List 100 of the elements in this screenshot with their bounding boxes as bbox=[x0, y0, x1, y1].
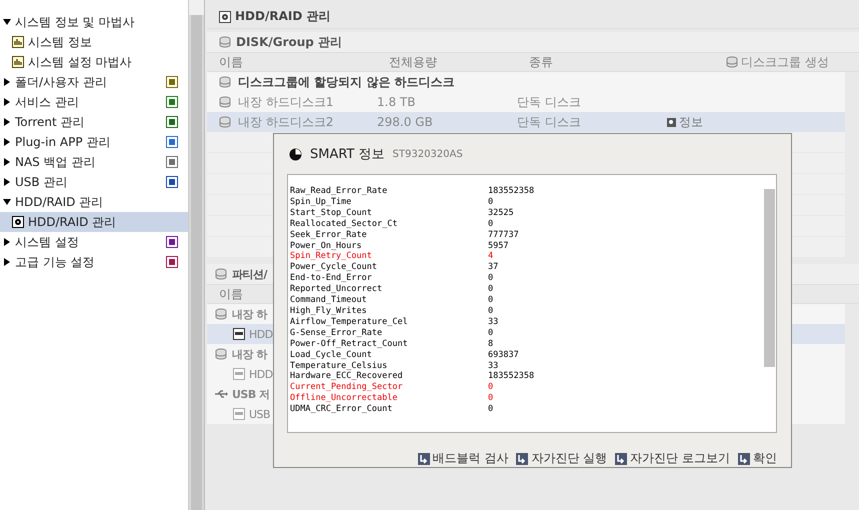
section-title: DISK/Group 관리 bbox=[236, 34, 342, 50]
attribute-name: Power-Off_Retract_Count bbox=[290, 338, 409, 350]
attribute-name: Raw_Read_Error_Rate bbox=[290, 186, 388, 197]
attribute-name: Power_Cycle_Count bbox=[290, 262, 378, 274]
dialog-button[interactable]: 자가진단 로그보기 bbox=[615, 450, 730, 467]
attribute-name: Load_Cycle_Count bbox=[290, 350, 373, 360]
column-header: 이름 bbox=[219, 54, 244, 70]
sidebar-item[interactable]: NAS 백업 관리 bbox=[0, 152, 188, 172]
attribute-name: G-Sense_Error_Rate bbox=[290, 328, 384, 339]
chart-icon bbox=[12, 56, 24, 68]
section-title: 파티션/ bbox=[232, 266, 268, 282]
disk-stack-icon bbox=[219, 96, 232, 108]
collapsed-arrow-icon[interactable] bbox=[3, 178, 11, 186]
collapsed-arrow-icon[interactable] bbox=[3, 78, 11, 86]
attribute-name: Command_Timeout bbox=[290, 295, 368, 306]
model-name: ST9320320AS bbox=[392, 148, 463, 160]
arrow-icon bbox=[615, 452, 628, 464]
column-header: 이름 bbox=[219, 286, 243, 302]
sidebar-item[interactable]: 폴더/사용자 관리 bbox=[0, 72, 188, 92]
sidebar-item[interactable]: 시스템 정보 및 마법사 bbox=[0, 12, 188, 32]
column-header: 종류 bbox=[529, 54, 554, 70]
attribute-value: 33 bbox=[488, 316, 498, 328]
collapsed-arrow-icon[interactable] bbox=[3, 118, 11, 126]
dialog-title: SMART 정보 bbox=[310, 146, 385, 163]
table-cell-text: 298.0 GB bbox=[377, 115, 434, 129]
sidebar-item[interactable]: 시스템 정보 bbox=[0, 32, 188, 52]
attribute-name: End-to-End_Error bbox=[290, 273, 373, 284]
collapsed-arrow-icon[interactable] bbox=[3, 258, 11, 266]
collapsed-arrow-icon[interactable] bbox=[3, 138, 11, 146]
disk-stack-icon bbox=[215, 348, 228, 360]
chart-icon bbox=[12, 36, 24, 48]
attribute-name: Current_Pending_Sector bbox=[290, 382, 404, 394]
attribute-value: 0 bbox=[488, 306, 494, 317]
hard-drive-icon bbox=[233, 368, 245, 380]
attribute-name: Start_Stop_Count bbox=[290, 208, 373, 219]
disk-stack-icon bbox=[219, 116, 232, 128]
attribute-name: Reported_Uncorrect bbox=[290, 284, 384, 296]
disk-icon bbox=[219, 10, 231, 22]
attribute-value: 33 bbox=[488, 360, 498, 372]
disk-icon bbox=[12, 216, 24, 228]
arrow-icon bbox=[738, 452, 750, 464]
sidebar-item[interactable]: HDD/RAID 관리 bbox=[0, 212, 188, 232]
disk-stack-icon bbox=[215, 308, 228, 320]
arrow-icon bbox=[418, 452, 430, 464]
attribute-value: 0 bbox=[488, 284, 494, 296]
sidebar-item[interactable]: 시스템 설정 마법사 bbox=[0, 52, 188, 72]
attribute-value: 8 bbox=[488, 338, 494, 350]
sidebar-item[interactable]: 서비스 관리 bbox=[0, 92, 188, 112]
attribute-value: 0 bbox=[488, 393, 494, 404]
attribute-value: 0 bbox=[488, 196, 494, 208]
attribute-value: 0 bbox=[488, 328, 494, 339]
disk-stack-icon bbox=[219, 76, 232, 88]
attribute-value: 32525 bbox=[488, 208, 514, 219]
attribute-value: 777737 bbox=[488, 230, 519, 241]
disk-stack-icon bbox=[215, 268, 228, 280]
sidebar-item[interactable]: USB 관리 bbox=[0, 172, 188, 192]
attribute-name: Power_On_Hours bbox=[290, 240, 363, 252]
collapsed-arrow-icon[interactable] bbox=[3, 158, 11, 166]
attribute-name: UDMA_CRC_Error_Count bbox=[290, 404, 394, 416]
attribute-name: Airflow_Temperature_Cel bbox=[290, 316, 409, 328]
attribute-value: 183552358 bbox=[488, 186, 534, 197]
smart-text-area[interactable] bbox=[287, 174, 777, 433]
attribute-name: Hardware_ECC_Recovered bbox=[290, 371, 404, 382]
attribute-name: Reallocated_Sector_Ct bbox=[290, 218, 398, 230]
attribute-value: 0 bbox=[488, 382, 494, 394]
attribute-value: 0 bbox=[488, 273, 494, 284]
expanded-arrow-icon[interactable] bbox=[3, 198, 11, 206]
table-cell: 내장 하드디스크2 bbox=[238, 114, 334, 130]
attribute-value: 183552358 bbox=[488, 371, 534, 382]
disk-stack-icon bbox=[219, 36, 232, 48]
sidebar-item[interactable]: Torrent 관리 bbox=[0, 112, 188, 132]
collapsed-arrow-icon[interactable] bbox=[3, 98, 11, 106]
table-cell-text: 단독 디스크 bbox=[517, 114, 582, 130]
sidebar-item[interactable]: HDD/RAID 관리 bbox=[0, 192, 188, 212]
attribute-name: Offline_Uncorrectable bbox=[290, 393, 398, 404]
sidebar-item[interactable]: 고급 기능 설정 bbox=[0, 252, 188, 272]
hard-drive-icon bbox=[233, 328, 245, 340]
table-cell-text: 단독 디스크 bbox=[517, 94, 582, 110]
attribute-value: 4 bbox=[488, 251, 494, 262]
dialog-button[interactable]: 자가진단 실행 bbox=[516, 450, 608, 467]
arrow-icon bbox=[516, 452, 528, 464]
dialog-button[interactable]: 확인 bbox=[738, 450, 777, 467]
pie-icon bbox=[289, 148, 302, 160]
expanded-arrow-icon[interactable] bbox=[3, 18, 11, 26]
sidebar-item[interactable]: Plug-in APP 관리 bbox=[0, 132, 188, 152]
attribute-value: 0 bbox=[488, 404, 494, 416]
table-cell-text: 1.8 TB bbox=[377, 95, 416, 109]
sidebar-item[interactable]: 시스템 설정 bbox=[0, 232, 188, 252]
attribute-name: Temperature_Celsius bbox=[290, 360, 388, 372]
scrollbar[interactable] bbox=[188, 0, 204, 510]
group-label: 디스크그룹에 할당되지 않은 하드디스크 bbox=[238, 74, 455, 90]
collapsed-arrow-icon[interactable] bbox=[3, 238, 11, 246]
column-header: 전체용량 bbox=[389, 54, 438, 70]
usb-icon bbox=[215, 389, 228, 399]
table-cell: 내장 하드디스크1 bbox=[238, 94, 334, 110]
dialog-button[interactable]: 배드블럭 검사 bbox=[418, 450, 508, 467]
attribute-value: 693837 bbox=[488, 350, 519, 360]
attribute-value: 37 bbox=[488, 262, 498, 274]
hard-drive-icon bbox=[233, 408, 245, 420]
attribute-name: Spin_Up_Time bbox=[290, 196, 352, 208]
